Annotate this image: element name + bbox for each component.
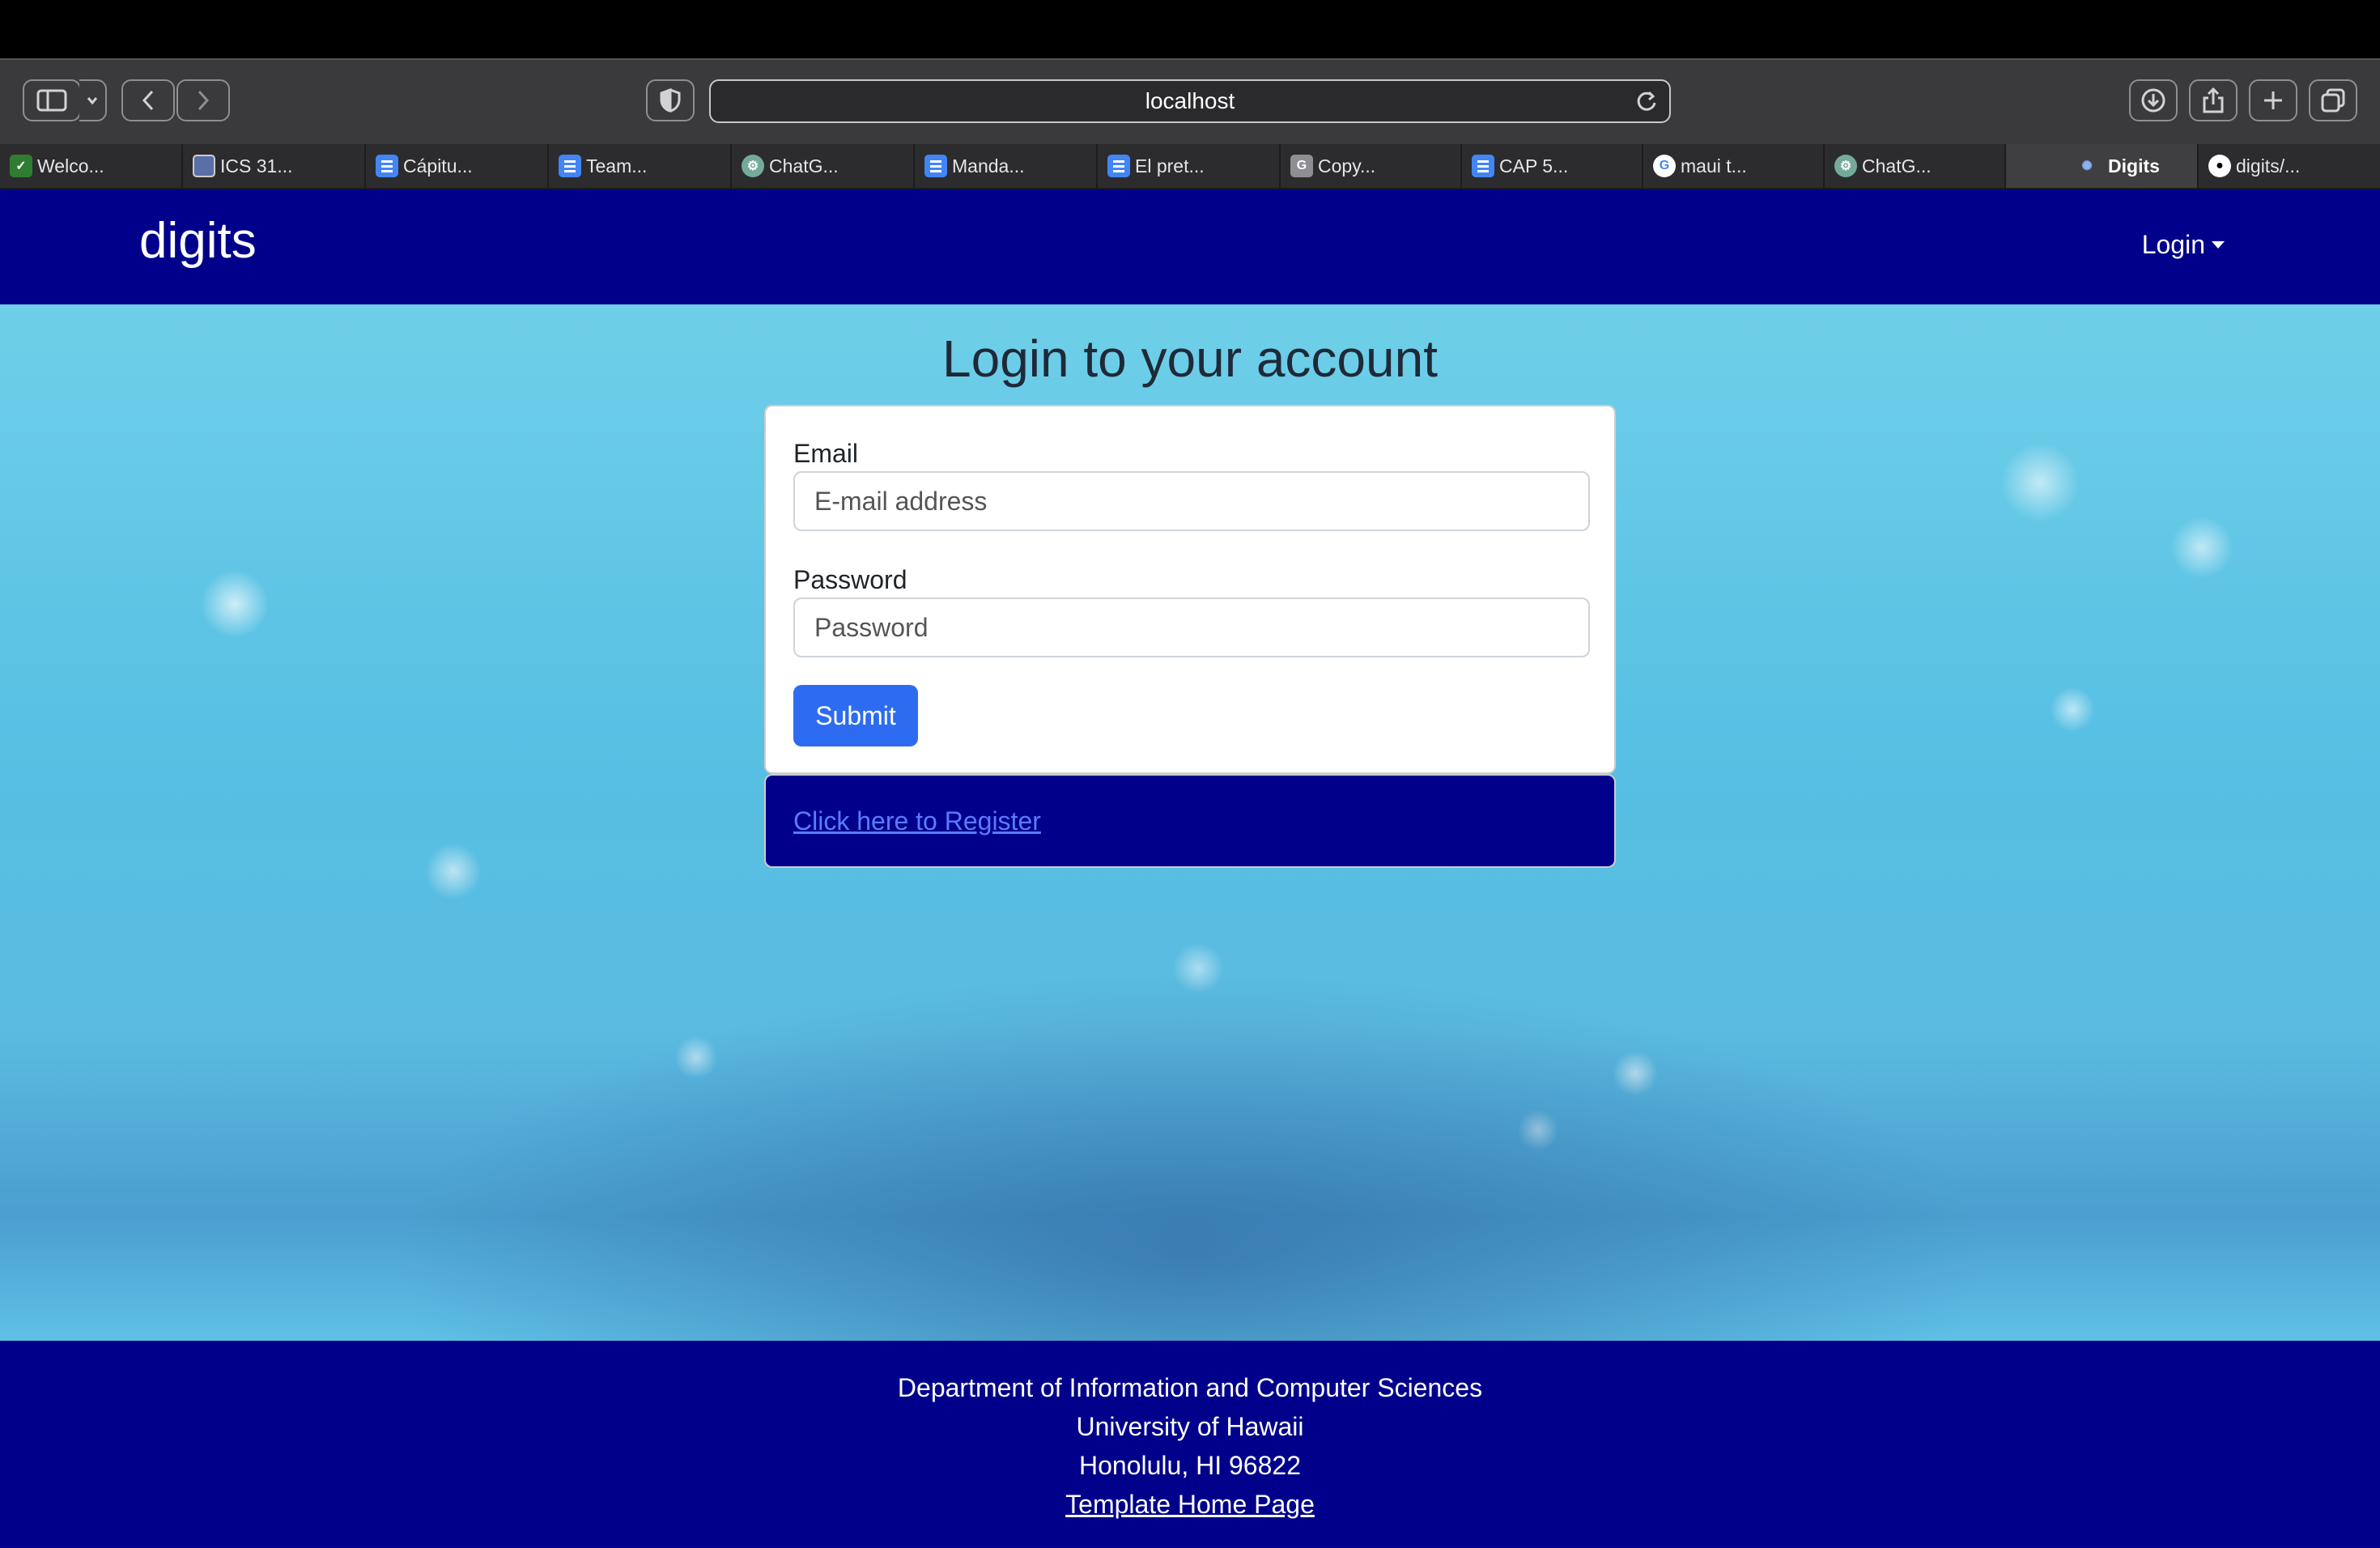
tab-overview-button[interactable]	[2309, 79, 2357, 121]
browser-tab[interactable]: ⚙ ChatG...	[1825, 144, 2006, 188]
tab-label: Welco...	[37, 155, 104, 176]
downloads-button[interactable]	[2129, 79, 2178, 121]
chevron-right-icon	[198, 90, 210, 111]
tab-label: ChatG...	[1862, 155, 1932, 176]
leaf-favicon-icon: ✓	[10, 155, 32, 177]
forward-button[interactable]	[176, 79, 230, 121]
download-icon	[2141, 88, 2165, 113]
share-button[interactable]	[2189, 79, 2238, 121]
chevron-down-icon	[87, 97, 98, 104]
tab-label: CAP 5...	[1499, 155, 1569, 176]
email-field[interactable]	[793, 471, 1590, 531]
google-favicon-icon: G	[1653, 155, 1676, 177]
browser-tab[interactable]: El pret...	[1098, 144, 1281, 188]
site-navbar: digits Login	[0, 189, 2380, 304]
login-form-card: Email Password Submit	[764, 405, 1616, 774]
docs-favicon-icon	[376, 155, 398, 177]
square-favicon-icon	[193, 155, 215, 177]
url-text: localhost	[1145, 88, 1235, 113]
g-favicon-icon: G	[1290, 155, 1313, 177]
digits-favicon-icon: ✺	[2081, 159, 2093, 173]
login-dropdown[interactable]: Login	[2142, 230, 2225, 260]
docs-favicon-icon	[1107, 155, 1130, 177]
password-field[interactable]	[793, 598, 1590, 657]
tab-label: Cápitu...	[403, 155, 473, 176]
template-home-link[interactable]: Template Home Page	[1065, 1490, 1315, 1519]
footer-university: University of Hawaii	[1076, 1412, 1304, 1441]
browser-tab[interactable]: Cápitu...	[366, 144, 549, 188]
page-title: Login to your account	[942, 330, 1438, 388]
browser-tab[interactable]: ✓ Welco...	[0, 144, 183, 188]
tab-bar: ✓ Welco... ICS 31... Cápitu... Team... ⚙ C…	[0, 144, 2380, 189]
tab-label: ICS 31...	[220, 155, 293, 176]
browser-tab[interactable]: Gmaui t...	[1643, 144, 1825, 188]
register-link[interactable]: Click here to Register	[793, 806, 1041, 836]
docs-favicon-icon	[559, 155, 581, 177]
chevron-left-icon	[142, 90, 154, 111]
password-label: Password	[793, 565, 907, 594]
browser-tab[interactable]: ⚙ ChatG...	[732, 144, 915, 188]
tab-label: Team...	[586, 155, 648, 176]
tab-label: maui t...	[1681, 155, 1747, 176]
browser-tab[interactable]: Team...	[549, 144, 732, 188]
sidebar-icon	[36, 89, 67, 112]
register-message-box: Click here to Register	[764, 774, 1616, 868]
shield-icon	[660, 88, 681, 113]
submit-button[interactable]: Submit	[793, 685, 918, 746]
caret-down-icon	[2212, 241, 2225, 249]
browser-tab[interactable]: G Copy...	[1281, 144, 1462, 188]
address-bar[interactable]: localhost	[709, 79, 1671, 123]
site-footer: Department of Information and Computer S…	[0, 1341, 2380, 1548]
privacy-shield-button[interactable]	[646, 79, 695, 121]
tab-label: Copy...	[1318, 155, 1376, 176]
footer-department: Department of Information and Computer S…	[897, 1373, 1483, 1402]
browser-toolbar: localhost	[0, 58, 2380, 144]
sidebar-toggle-button[interactable]	[23, 79, 81, 121]
footer-address: Honolulu, HI 96822	[1079, 1451, 1301, 1480]
browser-tab[interactable]: ICS 31...	[183, 144, 366, 188]
back-button[interactable]	[121, 79, 175, 121]
brand-logo-text[interactable]: digits	[139, 212, 257, 270]
github-favicon-icon: ●	[2208, 155, 2231, 177]
sidebar-menu-button[interactable]	[79, 79, 107, 121]
browser-tab-active[interactable]: ✺ Digits	[2006, 144, 2199, 188]
reload-icon[interactable]	[1635, 89, 1658, 113]
share-icon	[2203, 87, 2224, 113]
browser-tab[interactable]: ● digits/...	[2199, 144, 2378, 188]
chatgpt-favicon-icon: ⚙	[1834, 155, 1857, 177]
plus-icon	[2264, 91, 2282, 109]
login-dropdown-label: Login	[2141, 230, 2205, 259]
docs-favicon-icon	[1472, 155, 1494, 177]
new-tab-button[interactable]	[2249, 79, 2297, 121]
tabs-overview-icon	[2321, 88, 2345, 113]
browser-tab[interactable]: Manda...	[915, 144, 1098, 188]
tab-label: digits/...	[2236, 155, 2301, 176]
browser-tab[interactable]: CAP 5...	[1462, 144, 1643, 188]
tab-label: Digits	[2108, 155, 2160, 176]
tab-label: ChatG...	[769, 155, 839, 176]
email-label: Email	[793, 439, 859, 468]
chatgpt-favicon-icon: ⚙	[742, 155, 764, 177]
docs-favicon-icon	[924, 155, 947, 177]
screen-top-bezel	[0, 0, 2380, 58]
tab-label: El pret...	[1135, 155, 1205, 176]
tab-label: Manda...	[952, 155, 1025, 176]
